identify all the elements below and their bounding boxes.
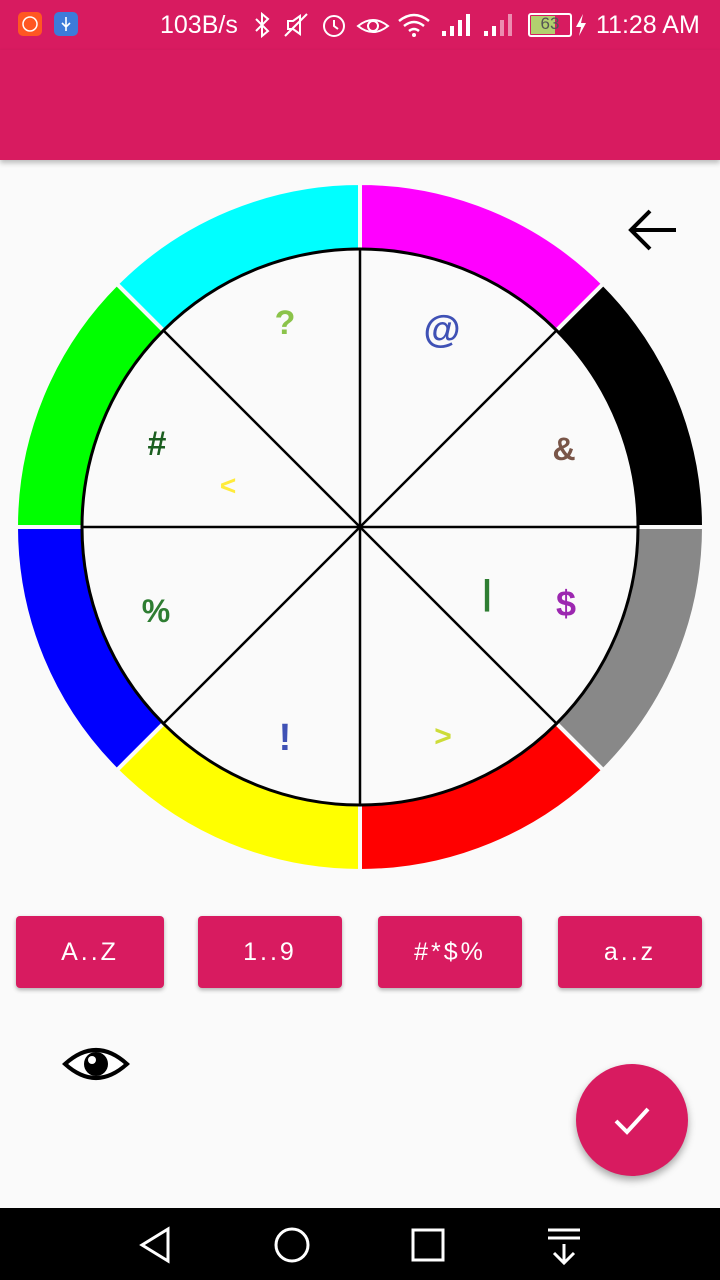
wheel-dividers <box>82 249 638 805</box>
nav-back-icon[interactable] <box>131 1220 181 1270</box>
status-bar: 103B/s 63 11:28 AM <box>0 0 720 50</box>
back-arrow-icon[interactable] <box>620 198 684 262</box>
clock: 11:28 AM <box>596 11 700 39</box>
wifi-icon <box>398 13 430 37</box>
battery-icon: 63 <box>528 13 572 37</box>
usb-icon <box>54 12 78 36</box>
nav-home-icon[interactable] <box>267 1220 317 1270</box>
network-speed: 103B/s <box>160 11 238 39</box>
mute-icon <box>284 13 308 37</box>
symbol-pipe: | <box>482 574 492 612</box>
symbol-greater-than: > <box>434 720 452 753</box>
lowercase-button[interactable]: a..z <box>558 916 702 988</box>
bluetooth-icon <box>255 12 270 38</box>
symbol-less-than: < <box>220 470 236 501</box>
signal-icon-secondary <box>484 14 512 36</box>
battery-level: 63 <box>540 14 560 33</box>
eye-comfort-icon <box>356 19 390 33</box>
symbol-question: ? <box>275 304 296 342</box>
symbol-exclamation: ! <box>279 717 292 759</box>
alarm-icon <box>323 15 345 37</box>
nav-recents-icon[interactable] <box>403 1220 453 1270</box>
navigation-bar <box>0 1208 720 1280</box>
symbol-at: @ <box>423 309 460 351</box>
app-bar <box>0 50 720 160</box>
color-wheel[interactable]: @ & | $ >!% # <? <box>0 160 720 880</box>
confirm-fab[interactable] <box>576 1064 688 1176</box>
eye-icon[interactable] <box>60 1040 132 1088</box>
mi-app-icon <box>18 12 42 36</box>
nav-notifications-icon[interactable] <box>539 1220 589 1270</box>
uppercase-button[interactable]: A..Z <box>16 916 164 988</box>
symbol-dollar: $ <box>556 583 576 624</box>
charging-icon <box>576 14 586 36</box>
digits-button[interactable]: 1..9 <box>198 916 342 988</box>
check-icon <box>614 1107 650 1135</box>
symbol-percent: % <box>142 593 170 629</box>
signal-icon <box>442 14 470 36</box>
symbol-hash: # <box>148 425 167 463</box>
symbol-ampersand: & <box>552 431 575 467</box>
symbols-button[interactable]: #*$% <box>378 916 522 988</box>
